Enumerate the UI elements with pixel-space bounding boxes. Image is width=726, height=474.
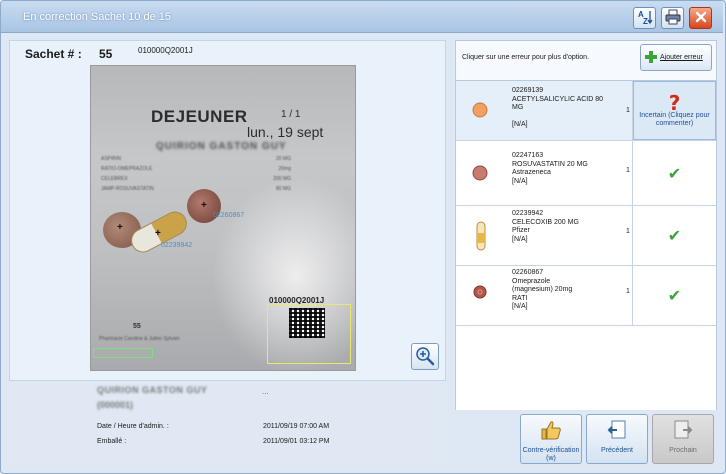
- previous-page-icon: [606, 419, 628, 443]
- photo-med-row: ASPIRIN 20 MG: [101, 156, 291, 162]
- capsule-icon: [476, 221, 486, 253]
- medication-din: 02239942: [512, 210, 544, 217]
- patient-id: (000001): [97, 400, 134, 410]
- photo-med-row: RATIO-OMEPRAZOLE 20mg: [101, 166, 291, 172]
- medication-qty: 1: [626, 107, 630, 114]
- add-error-label: Ajouter erreur: [660, 54, 703, 61]
- previous-label: Précédent: [601, 447, 633, 454]
- check-icon: ✔: [667, 163, 682, 183]
- sachet-photo: DEJEUNER 1 / 1 lun., 19 sept QUIRION GAS…: [90, 65, 356, 371]
- medication-list: 02269139 ACETYLSALICYLIC ACID 80 MG [N/A…: [456, 80, 716, 410]
- next-page-icon: [672, 419, 694, 443]
- medication-extra: [N/A]: [512, 120, 528, 128]
- counter-check-button[interactable]: Contre-vérification (w): [520, 414, 582, 464]
- sachet-number: 55: [99, 47, 113, 61]
- crosshair-marker: +: [117, 222, 123, 233]
- photo-meal: DEJEUNER: [151, 107, 248, 126]
- medication-name: ROSUVASTATIN 20 MG: [512, 160, 588, 168]
- barcode-icon: [289, 308, 325, 338]
- admin-date-value: 2011/09/19 07:00 AM: [263, 423, 330, 430]
- medication-qty: 1: [626, 288, 630, 295]
- round-pill-icon: [472, 165, 488, 183]
- medication-qty: 1: [626, 167, 630, 174]
- patient-more: ...: [262, 387, 269, 396]
- medication-description: 02247163 ROSUVASTATIN 20 MG Astrazeneca …: [512, 152, 588, 186]
- photo-page: 1 / 1: [281, 109, 301, 120]
- crosshair-marker: +: [201, 200, 207, 211]
- round-pill-icon: [472, 102, 488, 120]
- patient-info-box: [9, 380, 446, 466]
- plus-icon: [644, 50, 658, 66]
- patient-name: QUIRION GASTON GUY: [97, 385, 208, 395]
- medication-description: 02239942 CELECOXIB 200 MG Pfizer [N/A]: [512, 210, 579, 244]
- question-mark-icon: ?: [668, 90, 681, 115]
- photo-annotation: 02239942: [161, 242, 193, 249]
- printer-icon: [665, 9, 681, 27]
- print-button[interactable]: [661, 7, 684, 29]
- photo-bag-number: 55: [133, 323, 141, 330]
- medication-row[interactable]: 02260867 Omeprazole (magnesium) 20mg RAT…: [456, 266, 716, 326]
- svg-text:Z: Z: [643, 17, 648, 25]
- round-pill-icon: [472, 284, 488, 302]
- medication-maker: Pfizer: [512, 227, 530, 234]
- check-icon: ✔: [667, 226, 682, 245]
- previous-button[interactable]: Précédent: [586, 414, 648, 464]
- medication-description: 02269139 ACETYLSALICYLIC ACID 80 MG [N/A…: [512, 87, 612, 129]
- window-title: En correction Sachet 10 de 15: [23, 11, 171, 23]
- errors-instruction: Cliquer sur une erreur pour plus d'optio…: [462, 54, 590, 61]
- packed-date-value: 2011/09/01 03:12 PM: [263, 438, 330, 445]
- medication-maker: RATI: [512, 294, 528, 302]
- next-label: Prochain: [669, 447, 697, 454]
- add-error-button[interactable]: Ajouter erreur: [640, 44, 712, 71]
- zoom-in-icon: [415, 346, 435, 368]
- medication-din: 02260867: [512, 269, 544, 276]
- medication-row[interactable]: 02239942 CELECOXIB 200 MG Pfizer [N/A] 1…: [456, 206, 716, 266]
- medication-name: ACETYLSALICYLIC ACID 80 MG: [512, 95, 604, 112]
- next-button[interactable]: Prochain: [652, 414, 714, 464]
- sort-button[interactable]: AZ: [633, 7, 656, 29]
- medication-row[interactable]: 02247163 ROSUVASTATIN 20 MG Astrazeneca …: [456, 141, 716, 206]
- medication-extra: [N/A]: [512, 235, 528, 243]
- photo-date: lun., 19 sept: [247, 124, 324, 140]
- admin-date-label: Date / Heure d'admin. :: [97, 423, 169, 430]
- sort-az-icon: AZ: [637, 9, 653, 27]
- packed-date-label: Emballé :: [97, 438, 127, 445]
- crosshair-marker: +: [155, 228, 161, 239]
- medication-maker: Astrazeneca: [512, 169, 551, 176]
- sachet-label: Sachet # :: [25, 47, 82, 61]
- photo-annotation: 02260867: [213, 212, 245, 219]
- uncertain-text: Incertain (Cliquez pour commenter): [639, 111, 710, 127]
- status-uncertain[interactable]: ? Incertain (Cliquez pour commenter): [633, 81, 716, 140]
- medication-name: CELECOXIB 200 MG: [512, 218, 579, 226]
- status-ok[interactable]: ✔: [633, 266, 716, 325]
- status-ok[interactable]: ✔: [633, 206, 716, 265]
- medication-extra: [N/A]: [512, 177, 528, 185]
- zoom-button[interactable]: [411, 343, 439, 370]
- title-bar: En correction Sachet 10 de 15 AZ: [1, 1, 723, 33]
- thumbs-up-icon: [539, 419, 563, 443]
- medication-row[interactable]: 02269139 ACETYLSALICYLIC ACID 80 MG [N/A…: [456, 81, 716, 141]
- medication-din: 02269139: [512, 87, 544, 94]
- photo-footer: Pharmacie Caroline & Julien Sylvain: [99, 336, 180, 342]
- photo-green-frame: [93, 348, 153, 358]
- medication-description: 02260867 Omeprazole (magnesium) 20mg RAT…: [512, 269, 592, 312]
- medication-qty: 1: [626, 228, 630, 235]
- check-icon: ✔: [667, 286, 682, 305]
- close-icon: [694, 10, 708, 26]
- sachet-code: 010000Q2001J: [138, 46, 193, 55]
- medication-name: Omeprazole (magnesium) 20mg: [512, 277, 573, 294]
- close-button[interactable]: [689, 7, 712, 29]
- medication-extra: [N/A]: [512, 303, 528, 310]
- counter-check-label: Contre-vérification (w): [522, 447, 580, 462]
- medication-din: 02247163: [512, 152, 544, 159]
- photo-patient: QUIRION GASTON GUY: [156, 141, 287, 152]
- photo-med-row: CELEBREX 200 MG: [101, 176, 291, 182]
- status-ok[interactable]: ✔: [633, 141, 716, 205]
